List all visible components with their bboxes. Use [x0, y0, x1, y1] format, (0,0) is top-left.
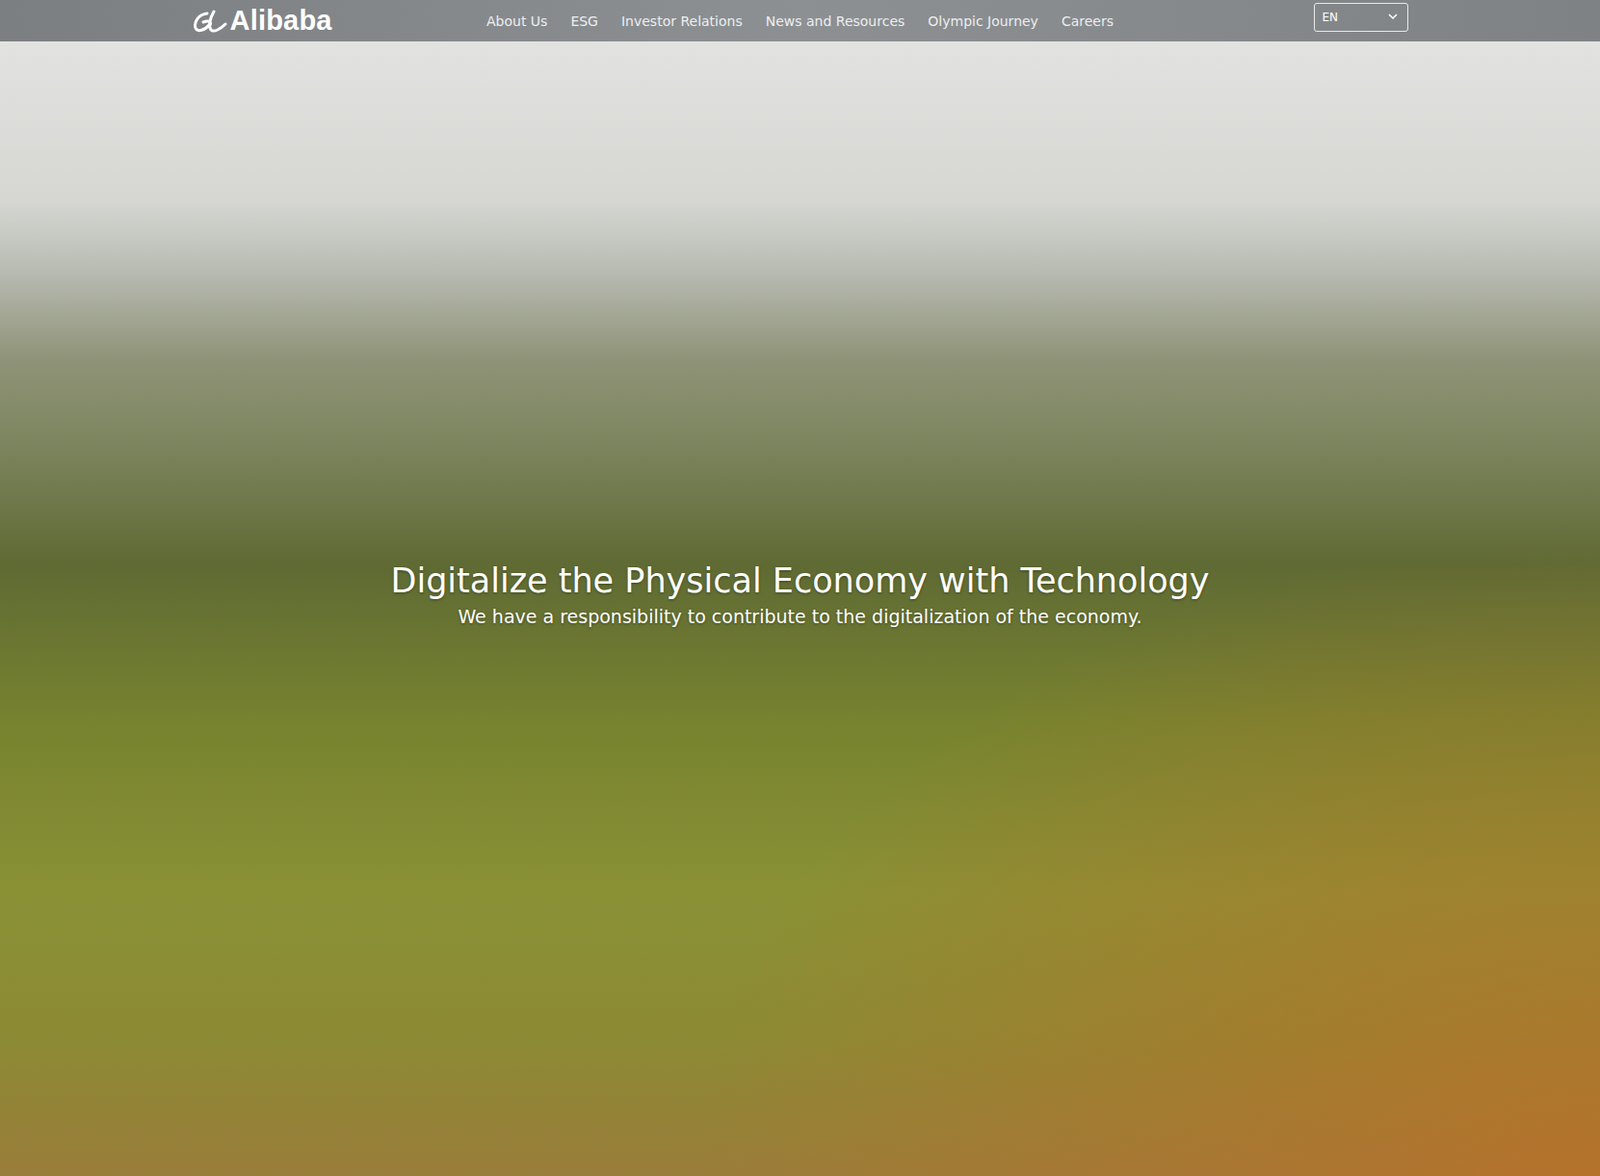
logo-text: Alibaba [230, 6, 333, 35]
language-select[interactable]: EN [1313, 2, 1409, 32]
nav-link[interactable]: Careers [1061, 9, 1114, 33]
nav-link[interactable]: Olympic Journey [927, 9, 1039, 33]
chevron-down-icon [1388, 13, 1398, 21]
nav-link[interactable]: News and Resources [765, 9, 906, 33]
top-nav: Alibaba About Us ESG Investor Relations News… [0, 0, 1600, 42]
hero-banner: Digitalize the Physical Economy with Tec… [0, 41, 1600, 1176]
logo[interactable]: Alibaba [192, 6, 487, 35]
nav-links: About Us ESG Investor Relations News and Re… [486, 9, 1114, 33]
language-label: EN [1322, 10, 1339, 25]
nav-link[interactable]: ESG [570, 9, 599, 33]
nav-link[interactable]: About Us [486, 9, 548, 33]
language-area: EN [1113, 10, 1409, 32]
hero-subtitle: We have a responsibility to contribute t… [457, 603, 1142, 630]
alibaba-logo-icon [192, 8, 228, 34]
hero-title: Digitalize the Physical Economy with Tec… [390, 561, 1209, 601]
nav-link[interactable]: Investor Relations [621, 9, 743, 33]
